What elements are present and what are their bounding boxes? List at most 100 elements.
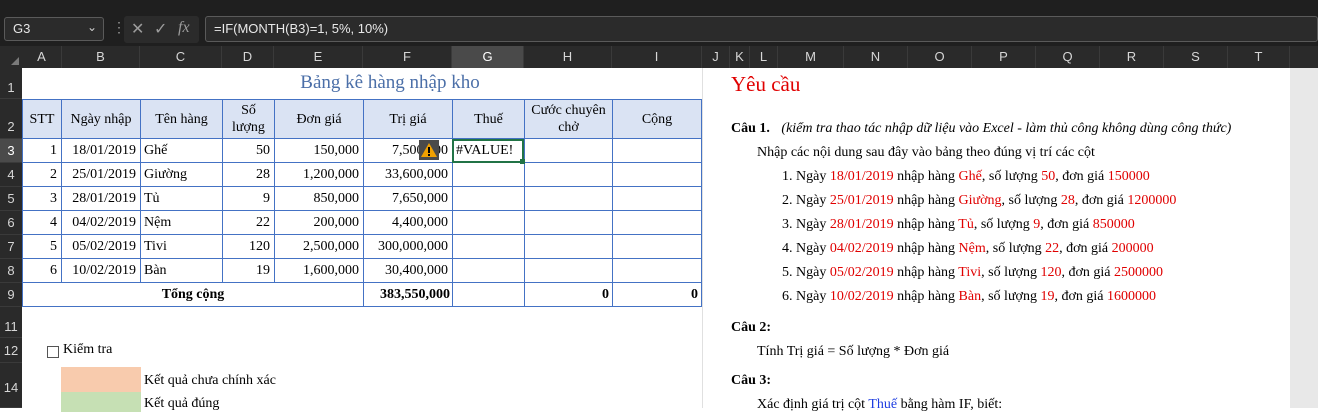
col-f[interactable]: F (363, 46, 452, 68)
header-don-gia[interactable]: Đơn giá (274, 99, 364, 139)
header-cong[interactable]: Cộng (612, 99, 702, 139)
cell-qty[interactable]: 28 (222, 163, 275, 187)
cell-date[interactable]: 25/01/2019 (61, 163, 141, 187)
cell-date[interactable]: 04/02/2019 (61, 211, 141, 235)
sheet-title[interactable]: Bảng kê hàng nhập kho (240, 72, 540, 94)
col-b[interactable]: B (62, 46, 140, 68)
cell-item[interactable]: Giường (140, 163, 223, 187)
header-cuoc[interactable]: Cước chuyên chở (524, 99, 613, 139)
name-box[interactable]: G3 ⌄ (4, 17, 104, 41)
cell-cong[interactable] (612, 187, 702, 211)
col-h[interactable]: H (524, 46, 612, 68)
row-14[interactable]: 14 (0, 363, 22, 408)
col-n[interactable]: N (844, 46, 908, 68)
row-4[interactable]: 4 (0, 163, 22, 187)
formula-input[interactable]: =IF(MONTH(B3)=1, 5%, 10%) (205, 16, 1318, 42)
total-cuoc[interactable]: 0 (524, 283, 613, 307)
select-all-corner[interactable] (0, 46, 22, 68)
cell-value[interactable]: 33,600,000 (363, 163, 453, 187)
col-s[interactable]: S (1164, 46, 1228, 68)
enter-icon[interactable]: ✓ (154, 19, 167, 38)
cell-date[interactable]: 10/02/2019 (61, 259, 141, 283)
cell-value[interactable]: 4,400,000 (363, 211, 453, 235)
row-8[interactable]: 8 (0, 259, 22, 283)
cell-cuoc[interactable] (524, 139, 613, 163)
cell-cong[interactable] (612, 139, 702, 163)
header-tri-gia[interactable]: Trị giá (363, 99, 453, 139)
cell-item[interactable]: Tivi (140, 235, 223, 259)
row-11[interactable]: 11 (0, 307, 22, 338)
col-i[interactable]: I (612, 46, 702, 68)
cell-cuoc[interactable] (524, 163, 613, 187)
row-9[interactable]: 9 (0, 283, 22, 307)
col-l[interactable]: L (750, 46, 778, 68)
cell-item[interactable]: Tủ (140, 187, 223, 211)
cell-date[interactable]: 18/01/2019 (61, 139, 141, 163)
col-p[interactable]: P (972, 46, 1036, 68)
header-so-luong[interactable]: Số lượng (222, 99, 275, 139)
cell-qty[interactable]: 50 (222, 139, 275, 163)
header-ten-hang[interactable]: Tên hàng (140, 99, 223, 139)
cell-value[interactable]: 7,650,000 (363, 187, 453, 211)
col-r[interactable]: R (1100, 46, 1164, 68)
cell-tax[interactable] (452, 211, 525, 235)
col-a[interactable]: A (22, 46, 62, 68)
row-2[interactable]: 2 (0, 99, 22, 139)
total-label[interactable]: Tổng cộng (22, 283, 364, 307)
fill-handle[interactable] (520, 159, 525, 164)
cell-stt[interactable]: 5 (22, 235, 62, 259)
row-7[interactable]: 7 (0, 235, 22, 259)
cell-cong[interactable] (612, 211, 702, 235)
cell-cuoc[interactable] (524, 235, 613, 259)
cell-cong[interactable] (612, 259, 702, 283)
cell-item[interactable]: Nệm (140, 211, 223, 235)
cell-qty[interactable]: 19 (222, 259, 275, 283)
total-value[interactable]: 383,550,000 (363, 283, 453, 307)
col-m[interactable]: M (778, 46, 844, 68)
cell-qty[interactable]: 22 (222, 211, 275, 235)
header-stt[interactable]: STT (22, 99, 62, 139)
cancel-icon[interactable]: ✕ (131, 19, 144, 38)
fx-icon[interactable]: fx (178, 19, 190, 37)
row-6[interactable]: 6 (0, 211, 22, 235)
cell-value[interactable]: 7,500,000 (363, 139, 453, 163)
row-5[interactable]: 5 (0, 187, 22, 211)
cell-price[interactable]: 200,000 (274, 211, 364, 235)
header-thue[interactable]: Thuế (452, 99, 525, 139)
cell-price[interactable]: 1,600,000 (274, 259, 364, 283)
col-c[interactable]: C (140, 46, 222, 68)
cell-qty[interactable]: 120 (222, 235, 275, 259)
cell-stt[interactable]: 6 (22, 259, 62, 283)
total-thue[interactable] (452, 283, 525, 307)
cell-stt[interactable]: 2 (22, 163, 62, 187)
cell-date[interactable]: 28/01/2019 (61, 187, 141, 211)
cell-qty[interactable]: 9 (222, 187, 275, 211)
cell-stt[interactable]: 3 (22, 187, 62, 211)
col-g[interactable]: G (452, 46, 524, 68)
check-checkbox[interactable] (47, 346, 59, 358)
cell-cuoc[interactable] (524, 211, 613, 235)
cell-value[interactable]: 300,000,000 (363, 235, 453, 259)
cell-tax[interactable] (452, 187, 525, 211)
col-e[interactable]: E (274, 46, 363, 68)
cell-price[interactable]: 2,500,000 (274, 235, 364, 259)
col-o[interactable]: O (908, 46, 972, 68)
cell-price[interactable]: 1,200,000 (274, 163, 364, 187)
cell-item[interactable]: Ghế (140, 139, 223, 163)
col-k[interactable]: K (730, 46, 750, 68)
cell-price[interactable]: 850,000 (274, 187, 364, 211)
total-cong[interactable]: 0 (612, 283, 702, 307)
row-12[interactable]: 12 (0, 338, 22, 363)
col-j[interactable]: J (702, 46, 730, 68)
cell-tax[interactable] (452, 163, 525, 187)
cell-tax[interactable] (452, 259, 525, 283)
cell-cuoc[interactable] (524, 187, 613, 211)
chevron-down-icon[interactable]: ⌄ (87, 20, 97, 34)
col-t[interactable]: T (1228, 46, 1290, 68)
cell-stt[interactable]: 1 (22, 139, 62, 163)
col-q[interactable]: Q (1036, 46, 1100, 68)
row-1[interactable]: 1 (0, 68, 22, 99)
vertical-scrollbar[interactable] (1290, 68, 1318, 408)
col-d[interactable]: D (222, 46, 274, 68)
cell-item[interactable]: Bàn (140, 259, 223, 283)
